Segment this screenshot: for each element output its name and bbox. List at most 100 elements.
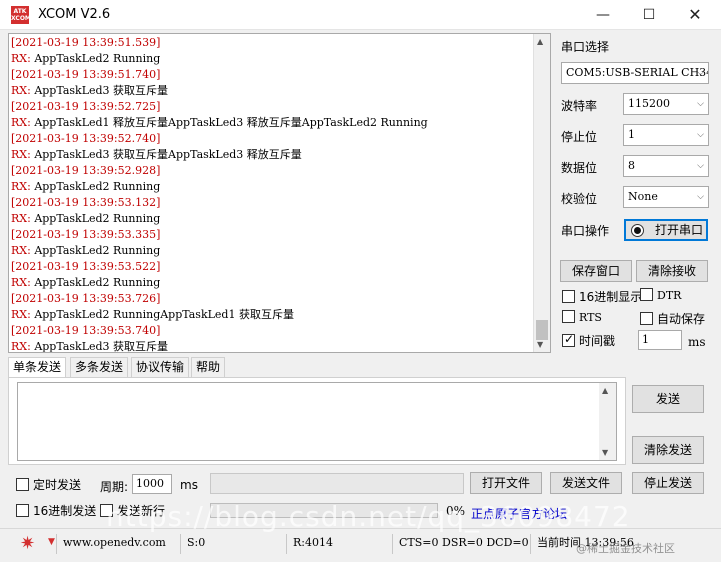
log-timestamp: [2021-03-19 13:39:53.335] [11,228,161,241]
send-file-path [210,473,464,494]
baud-rate-value: 115200 [628,97,670,110]
send-progress-bar [210,503,438,518]
port-select[interactable]: COM5:USB-SERIAL CH340 ⌵ [561,62,709,84]
timestamp-checkbox[interactable]: 时间戳 [562,332,615,350]
open-port-label: 打开串口 [655,223,704,237]
parity-value: None [628,190,658,203]
timed-send-label: 定时发送 [33,478,82,492]
log-timestamp: [2021-03-19 13:39:53.132] [11,196,161,209]
open-file-button[interactable]: 打开文件 [470,472,542,494]
data-bits-select[interactable]: 8 ⌵ [623,155,709,177]
baud-rate-select[interactable]: 115200 ⌵ [623,93,709,115]
forum-link[interactable]: 正点原子官方论坛 [471,505,567,522]
dtr-label: DTR [657,289,682,302]
rx-tag: RX: [11,180,31,193]
auto-save-checkbox[interactable]: 自动保存 [640,310,705,328]
status-send-count: S:0 [180,534,205,554]
scroll-thumb[interactable] [536,320,548,340]
stop-bits-select[interactable]: 1 ⌵ [623,124,709,146]
timestamp-interval-input[interactable]: 1 [638,330,682,350]
timestamp-unit-label: ms [688,335,706,349]
dtr-checkbox[interactable]: DTR [640,288,681,306]
progress-percent: 0% [446,504,466,518]
send-scrollbar[interactable]: ▲ ▼ [599,383,616,460]
rx-tag: RX: [11,276,31,289]
checkbox-icon [16,478,29,491]
log-message: RX: AppTaskLed3 获取互斥量AppTaskLed3 释放互斥量 [11,147,533,163]
log-message: RX: AppTaskLed2 Running [11,275,533,291]
log-message: RX: AppTaskLed2 RunningAppTaskLed1 获取互斥量 [11,307,533,323]
rx-tag: RX: [11,148,31,161]
auto-save-label: 自动保存 [657,312,706,326]
stop-send-button[interactable]: 停止发送 [632,472,704,494]
rx-tag: RX: [11,244,31,257]
scroll-down-arrow-icon[interactable]: ▼ [537,340,543,349]
log-message-text: AppTaskLed2 Running [30,212,161,225]
xcom-app-icon: ATK XCOM [11,6,31,24]
send-panel: ▲ ▼ [8,377,626,465]
log-message: RX: AppTaskLed2 Running [11,179,533,195]
scroll-down-arrow-icon[interactable]: ▼ [602,448,608,457]
close-button[interactable]: ✕ [672,0,718,30]
log-message-text: AppTaskLed3 获取互斥量 [30,84,169,97]
scroll-up-arrow-icon[interactable]: ▲ [537,37,543,46]
scroll-up-arrow-icon[interactable]: ▲ [602,386,608,395]
data-bits-label: 数据位 [561,161,598,175]
receive-log: [2021-03-19 13:39:51.539] RX: AppTaskLed2… [11,35,533,352]
log-message-text: AppTaskLed2 Running [30,244,161,257]
tab-help[interactable]: 帮助 [191,357,226,378]
chevron-down-icon: ⌵ [697,68,704,78]
maximize-button[interactable]: ☐ [626,0,672,30]
save-window-button[interactable]: 保存窗口 [560,260,632,282]
chevron-down-icon: ⌵ [697,130,704,140]
gear-icon[interactable]: ✷ [20,533,35,554]
send-newline-checkbox[interactable]: 发送新行 [100,502,165,520]
chevron-down-icon[interactable]: ▼ [48,537,55,547]
log-timestamp: [2021-03-19 13:39:52.740] [11,132,161,145]
chevron-down-icon: ⌵ [697,99,704,109]
window-title: XCOM V2.6 [38,7,111,22]
tab-protocol[interactable]: 协议传输 [131,357,190,378]
watermark-credit: @稀土掘金技术社区 [576,542,675,555]
log-timestamp: [2021-03-19 13:39:52.928] [11,164,161,177]
port-select-value: COM5:USB-SERIAL CH340 [566,66,709,79]
log-message-text: AppTaskLed1 释放互斥量AppTaskLed3 释放互斥量AppTas… [30,116,428,129]
parity-select[interactable]: None ⌵ [623,186,709,208]
receive-scrollbar[interactable]: ▲ ▼ [533,34,550,352]
period-unit-label: ms [180,478,198,492]
clear-receive-button[interactable]: 清除接收 [636,260,708,282]
port-operation-label: 串口操作 [561,224,610,238]
baud-rate-label: 波特率 [561,99,598,113]
status-receive-count: R:4014 [286,534,333,554]
title-bar: ATK XCOM XCOM V2.6 — ☐ ✕ [0,0,721,30]
period-label: 周期: [100,480,129,494]
status-website[interactable]: www.openedv.com [56,534,166,554]
data-bits-value: 8 [628,159,635,172]
receive-text-area[interactable]: [2021-03-19 13:39:51.539] RX: AppTaskLed2… [8,33,551,353]
checkmark-icon [562,332,575,347]
timestamp-label: 时间戳 [579,334,616,348]
log-message: RX: AppTaskLed3 获取互斥量 [11,339,533,352]
send-button[interactable]: 发送 [632,385,704,413]
minimize-button[interactable]: — [580,0,626,30]
port-select-label: 串口选择 [561,40,610,54]
chevron-down-icon: ⌵ [697,161,704,171]
checkbox-icon [562,290,575,303]
log-message-text: AppTaskLed2 Running [30,180,161,193]
open-port-button[interactable]: 打开串口 [624,219,708,241]
tab-single-send[interactable]: 单条发送 [8,357,67,378]
period-input[interactable]: 1000 [132,474,172,494]
chevron-down-icon: ⌵ [697,192,704,202]
hex-send-checkbox[interactable]: 16进制发送 [16,502,96,520]
send-text-input[interactable]: ▲ ▼ [17,382,617,461]
send-file-button[interactable]: 发送文件 [550,472,622,494]
timed-send-checkbox[interactable]: 定时发送 [16,476,81,494]
rts-label: RTS [579,311,602,324]
log-timestamp: [2021-03-19 13:39:51.539] [11,36,161,49]
tab-multi-send[interactable]: 多条发送 [70,357,129,378]
parity-label: 校验位 [561,192,598,206]
clear-send-button[interactable]: 清除发送 [632,436,704,464]
hex-display-checkbox[interactable]: 16进制显示 [562,288,642,306]
rts-checkbox[interactable]: RTS [562,310,602,328]
log-timestamp: [2021-03-19 13:39:53.740] [11,324,161,337]
